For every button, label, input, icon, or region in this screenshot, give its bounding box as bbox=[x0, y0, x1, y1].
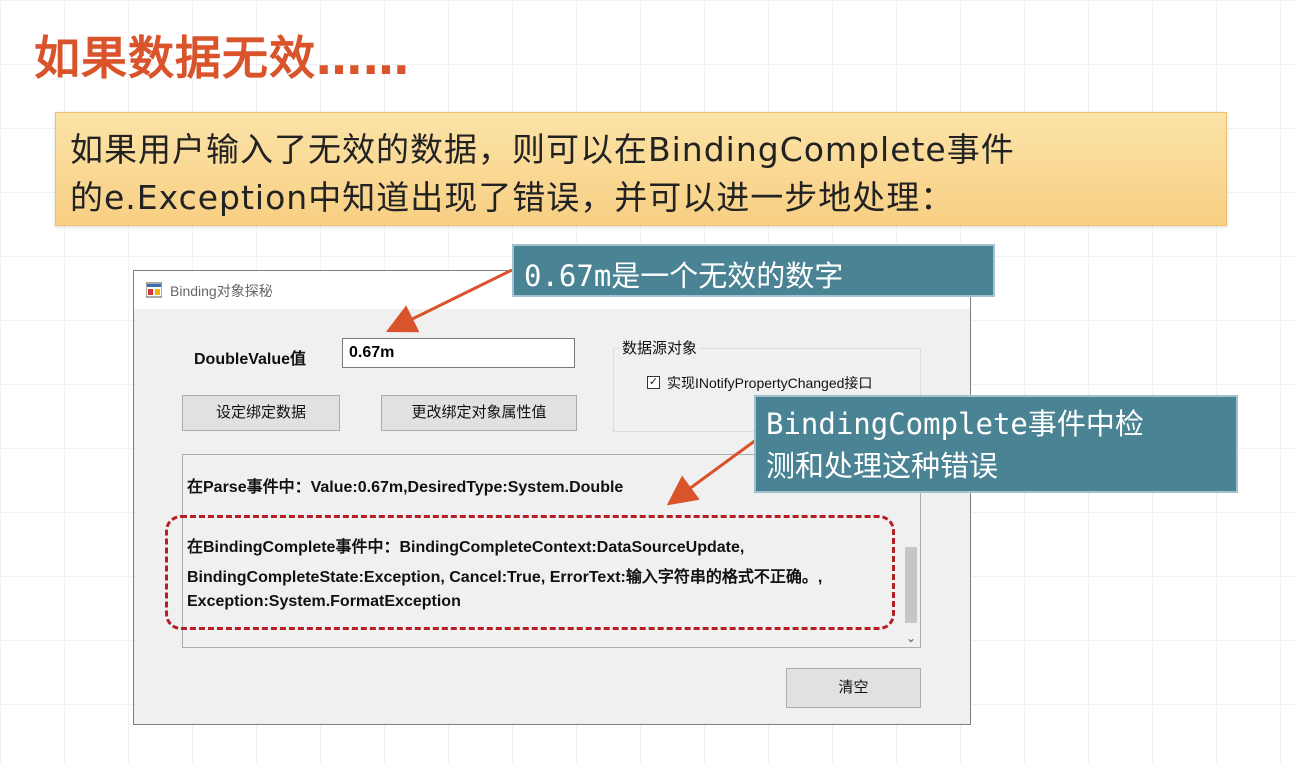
callout-binding-complete-line-2: 测和处理这种错误 bbox=[766, 449, 999, 483]
arrow-to-input bbox=[385, 268, 513, 333]
callout-binding-complete-line-1: BindingComplete事件中检 bbox=[766, 407, 1144, 441]
callout-invalid-number: 0.67m是一个无效的数字 bbox=[512, 244, 995, 297]
annotation-arrows bbox=[385, 268, 757, 506]
arrow-to-log bbox=[666, 438, 757, 506]
callout-binding-complete: BindingComplete事件中检 测和处理这种错误 bbox=[754, 395, 1238, 493]
